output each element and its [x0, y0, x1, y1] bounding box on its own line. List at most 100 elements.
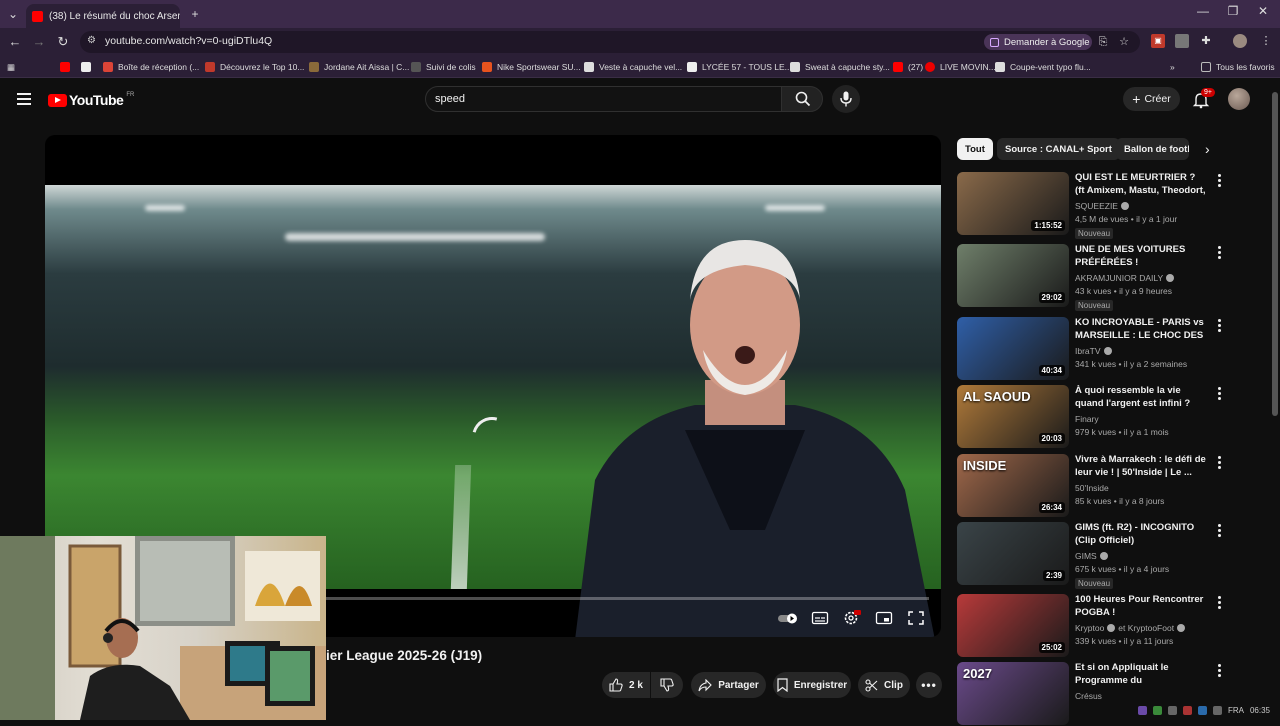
video-thumbnail[interactable]: 40:34 [957, 317, 1069, 380]
save-button[interactable]: Enregistrer [773, 672, 851, 698]
bookmark-lycee[interactable]: LYCÉE 57 - TOUS LE... [687, 60, 792, 74]
fullscreen-icon[interactable] [907, 610, 925, 626]
bookmark-veste[interactable]: Veste à capuche vel... [584, 60, 682, 74]
recommendation-item[interactable]: 25:02 100 Heures Pour Rencontrer POGBA ! K… [957, 594, 1257, 658]
voice-search-button[interactable] [832, 85, 860, 113]
tray-app-icon[interactable] [1167, 705, 1177, 715]
more-options-icon[interactable] [1215, 246, 1223, 260]
bookmark-suivi[interactable]: Suivi de colis [411, 60, 476, 74]
more-options-icon[interactable] [1215, 664, 1223, 678]
scrollbar-thumb[interactable] [1272, 92, 1278, 416]
more-options-icon[interactable] [1215, 174, 1223, 188]
address-bar[interactable]: ⚙ youtube.com/watch?v=0-ugiDTlu4Q Demand… [80, 31, 1140, 53]
autoplay-toggle-icon[interactable] [777, 610, 799, 626]
chips-next-chevron-icon[interactable]: › [1205, 141, 1210, 157]
bookmarks-overflow-icon[interactable]: » [1170, 60, 1175, 74]
video-thumbnail[interactable]: AL SAOUD 20:03 [957, 385, 1069, 448]
extension-red-icon[interactable]: ▣ [1151, 34, 1165, 48]
wifi-icon[interactable] [1197, 705, 1207, 715]
like-button[interactable]: 2 k [602, 672, 650, 698]
bookmark-yt27[interactable]: (27) [893, 60, 923, 74]
profile-avatar-icon[interactable] [1233, 34, 1247, 48]
recommendation-item[interactable]: INSIDE 26:34 Vivre à Marrakech : le défi d… [957, 454, 1257, 518]
extensions-puzzle-icon[interactable]: ✚ [1199, 34, 1213, 48]
more-actions-button[interactable]: ••• [916, 672, 942, 698]
tray-clock[interactable]: 06:35 [1250, 706, 1270, 715]
channel-name[interactable]: GIMS [1075, 551, 1108, 561]
channel-name[interactable]: SQUEEZIE [1075, 201, 1129, 211]
video-title[interactable]: Vivre à Marrakech : le défi de leur vie … [1075, 454, 1207, 479]
channel-name[interactable]: AKRAMJUNIOR DAILY [1075, 273, 1175, 283]
browser-tab[interactable]: (38) Le résumé du choc Arsenal ✕ [26, 4, 180, 28]
create-button[interactable]: + Créer [1123, 87, 1180, 111]
more-options-icon[interactable] [1215, 387, 1223, 401]
more-options-icon[interactable] [1215, 596, 1223, 610]
tab-search-icon[interactable]: ⌄ [4, 5, 22, 23]
video-title[interactable]: QUI EST LE MEURTRIER ? (ft Amixem, Mastu… [1075, 172, 1207, 198]
page-scrollbar[interactable] [1270, 80, 1280, 700]
restore-icon[interactable]: ❐ [1218, 4, 1248, 18]
subtitles-icon[interactable] [811, 610, 829, 626]
video-thumbnail[interactable]: 29:02 [957, 244, 1069, 307]
channel-name[interactable]: IbraTV [1075, 346, 1112, 356]
recommendation-item[interactable]: 2:39 GIMS (ft. R2) - INCOGNITO (Clip Offi… [957, 522, 1257, 589]
window-close-icon[interactable]: ✕ [1248, 4, 1278, 18]
bookmark-coupe-vent[interactable]: Coupe-vent typo flu... [995, 60, 1091, 74]
bookmark-doc[interactable] [81, 60, 96, 74]
bookmark-nike[interactable]: Nike Sportswear SU... [482, 60, 581, 74]
video-title[interactable]: 100 Heures Pour Rencontrer POGBA ! [1075, 594, 1207, 619]
recommendation-item[interactable]: 29:02 UNE DE MES VOITURES PRÉFÉRÉES ! AKRA… [957, 244, 1257, 311]
video-title[interactable]: GIMS (ft. R2) - INCOGNITO (Clip Officiel… [1075, 522, 1207, 547]
tray-app-icon[interactable] [1137, 705, 1147, 715]
hamburger-menu-icon[interactable] [17, 93, 31, 105]
recommendation-item[interactable]: AL SAOUD 20:03 À quoi ressemble la vie qua… [957, 385, 1257, 449]
video-title[interactable]: À quoi ressemble la vie quand l'argent e… [1075, 385, 1207, 410]
tray-language[interactable]: FRA [1228, 706, 1244, 715]
browser-menu-icon[interactable]: ⋮ [1259, 34, 1273, 48]
bookmark-jordane[interactable]: Jordane Ait Aissa | C... [309, 60, 409, 74]
video-title[interactable]: Et si on Appliquait le Programme du Rass… [1075, 662, 1207, 688]
bookmark-live[interactable]: LIVE MOVIN... [925, 60, 996, 74]
video-thumbnail[interactable]: 1:15:52 [957, 172, 1069, 235]
channel-name[interactable]: Kryptoo et KryptooFoot [1075, 623, 1186, 633]
youtube-logo[interactable]: YouTube FR [48, 92, 134, 108]
site-info-icon[interactable]: ⚙ [87, 35, 96, 46]
settings-gear-icon[interactable] [843, 610, 861, 626]
tray-app-icon[interactable] [1182, 705, 1192, 715]
chip-canal-sport[interactable]: Source : CANAL+ Sport [997, 138, 1120, 160]
all-favorites[interactable]: Tous les favoris [1201, 60, 1275, 74]
recommendation-item[interactable]: 1:15:52 QUI EST LE MEURTRIER ? (ft Amixem… [957, 172, 1257, 239]
tray-app-icon[interactable] [1152, 705, 1162, 715]
channel-name[interactable]: Crésus [1075, 691, 1102, 701]
bookmark-sweat[interactable]: Sweat à capuche sty... [790, 60, 890, 74]
search-button[interactable] [781, 86, 823, 112]
forward-icon[interactable]: → [31, 34, 47, 50]
reload-icon[interactable]: ↻ [55, 34, 71, 50]
bookmark-youtube[interactable] [60, 60, 75, 74]
more-options-icon[interactable] [1215, 319, 1223, 333]
back-icon[interactable]: ← [7, 34, 23, 50]
video-thumbnail[interactable]: INSIDE 26:34 [957, 454, 1069, 517]
miniplayer-icon[interactable] [875, 610, 893, 626]
clip-button[interactable]: Clip [858, 672, 910, 698]
chip-all[interactable]: Tout [957, 138, 993, 160]
video-thumbnail[interactable]: 25:02 [957, 594, 1069, 657]
more-options-icon[interactable] [1215, 456, 1223, 470]
new-tab-icon[interactable]: + [186, 5, 204, 23]
share-button[interactable]: Partager [691, 672, 766, 698]
video-title[interactable]: UNE DE MES VOITURES PRÉFÉRÉES ! [1075, 244, 1207, 269]
video-thumbnail[interactable]: 2:39 [957, 522, 1069, 585]
extension-grey-icon[interactable] [1175, 34, 1189, 48]
recommendation-item[interactable]: 40:34 KO INCROYABLE - PARIS vs MARSEILLE … [957, 317, 1257, 381]
volume-icon[interactable] [1212, 705, 1222, 715]
video-title[interactable]: KO INCROYABLE - PARIS vs MARSEILLE : LE … [1075, 317, 1207, 343]
dislike-button[interactable] [651, 672, 683, 698]
ask-google-button[interactable]: Demander à Google [984, 34, 1092, 50]
channel-name[interactable]: 50'Inside [1075, 483, 1109, 493]
apps-grid-icon[interactable]: ▦ [7, 60, 15, 74]
minimize-icon[interactable]: — [1188, 4, 1218, 18]
account-avatar[interactable] [1228, 88, 1250, 110]
install-icon[interactable]: ⎘ [1096, 35, 1110, 49]
search-input[interactable]: speed [425, 86, 782, 112]
more-options-icon[interactable] [1215, 524, 1223, 538]
